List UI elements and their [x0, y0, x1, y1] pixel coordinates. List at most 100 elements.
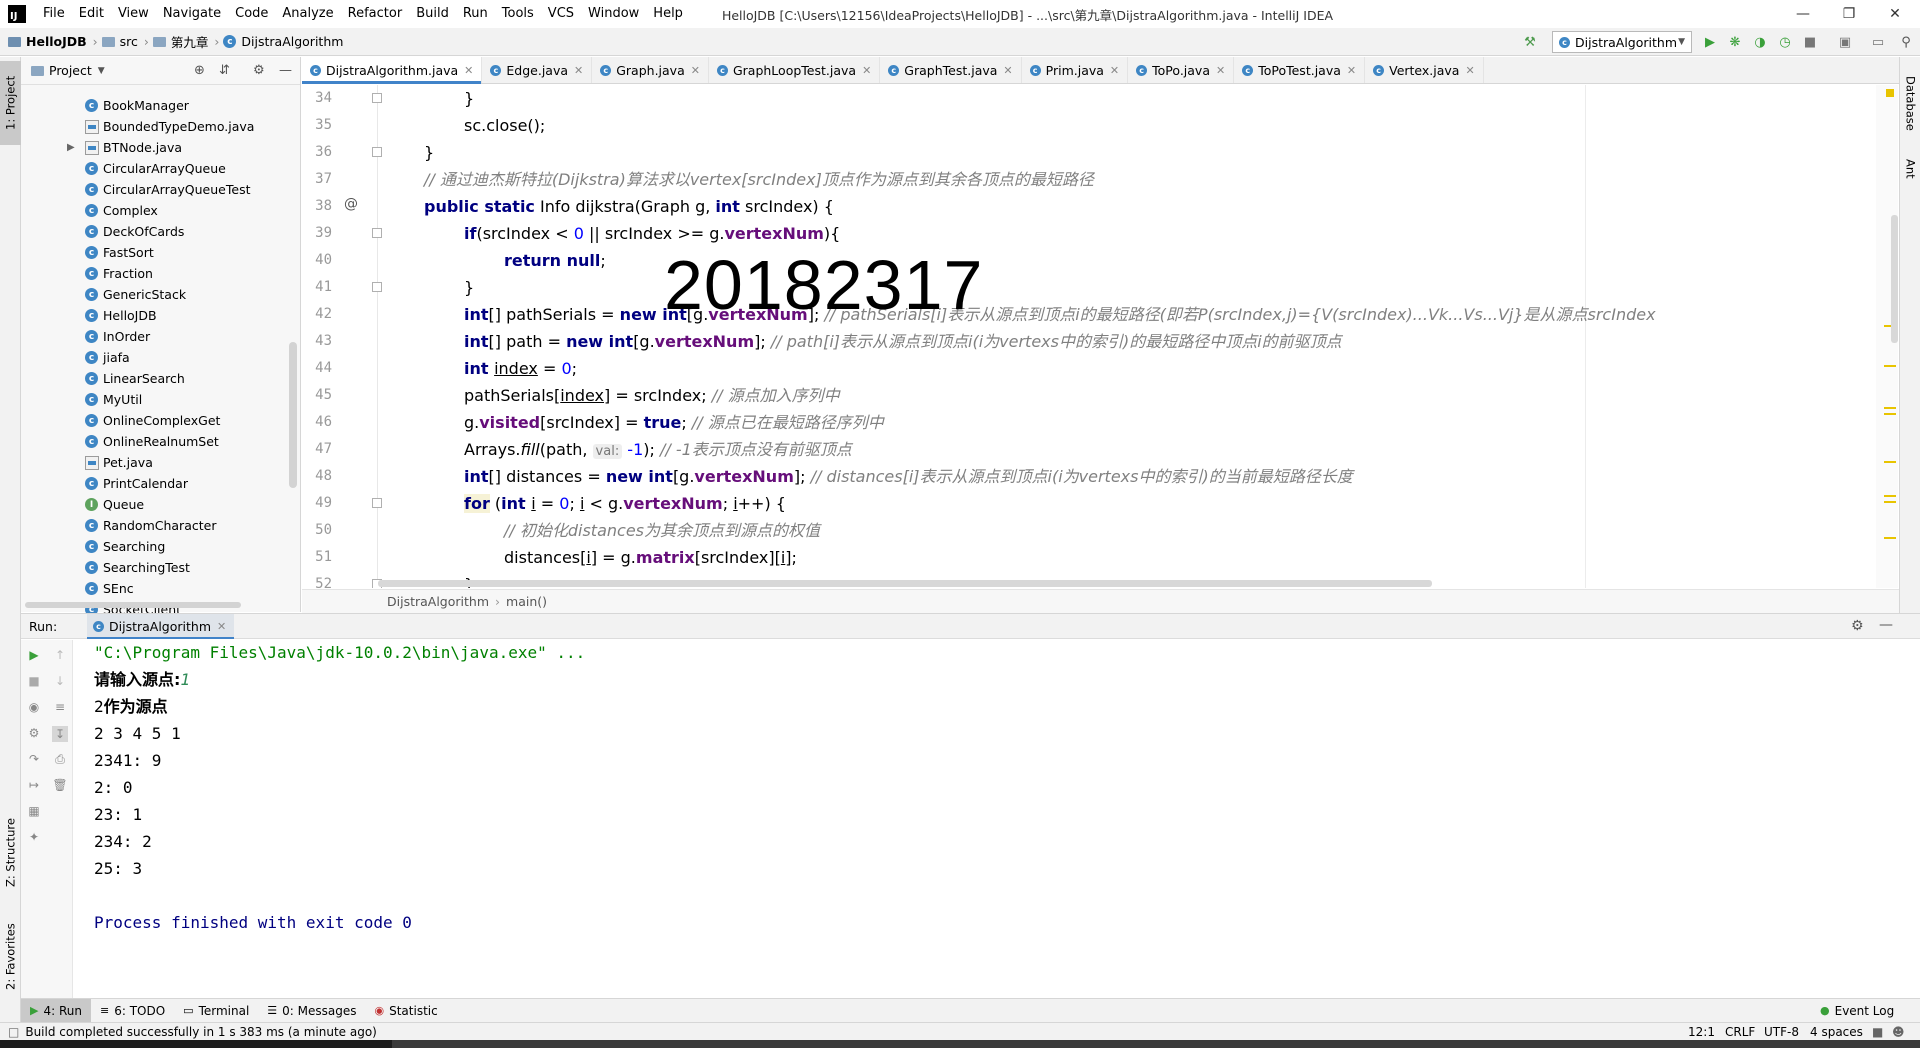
editor-breadcrumb-class[interactable]: DijstraAlgorithm — [387, 594, 489, 609]
editor-tab[interactable]: c DijstraAlgorithm.java ✕ — [302, 57, 483, 84]
stripe-mark[interactable] — [1884, 413, 1896, 415]
tool-tab-structure[interactable]: Z: Structure — [0, 805, 21, 901]
tree-item[interactable]: c OnlineRealnumSet — [85, 431, 219, 452]
tree-item[interactable]: c LinearSearch — [85, 368, 185, 389]
indent-setting[interactable]: 4 spaces — [1810, 1025, 1863, 1039]
locate-icon[interactable]: ⊕ — [194, 63, 205, 78]
coverage-icon[interactable]: ◑ — [1752, 34, 1768, 50]
stripe-mark[interactable] — [1884, 407, 1896, 409]
editor-tab[interactable]: c ToPo.java ✕ — [1128, 57, 1235, 83]
stripe-mark[interactable] — [1884, 501, 1896, 503]
toolwindow-terminal[interactable]: ▭ Terminal — [174, 999, 258, 1023]
breadcrumb-project[interactable]: HelloJDB — [26, 34, 87, 49]
close-tab-icon[interactable]: ✕ — [691, 64, 700, 77]
tree-item[interactable]: c BookManager — [85, 95, 189, 116]
code-editor[interactable]: 34 35 36 37 38 39 40 41 42 43 44 45 46 47 48 49 50 51 52 @ … — [302, 85, 1899, 588]
close-tab-icon[interactable]: ✕ — [1465, 64, 1474, 77]
close-tab-icon[interactable]: ✕ — [1003, 64, 1012, 77]
project-horizontal-scrollbar[interactable] — [25, 602, 241, 608]
editor-tab[interactable]: c ToPoTest.java ✕ — [1234, 57, 1366, 83]
breadcrumb-package[interactable]: 第九章 — [171, 32, 209, 51]
editor-tab[interactable]: c Graph.java ✕ — [592, 57, 709, 83]
arrow-up-icon[interactable]: ↑ — [53, 648, 67, 662]
toolwindow-messages[interactable]: ☰ 0: Messages — [258, 999, 365, 1023]
stripe-mark[interactable] — [1884, 365, 1896, 367]
tree-item[interactable]: c Searching — [85, 536, 165, 557]
fold-marker-icon[interactable] — [372, 498, 382, 508]
stop-icon[interactable]: ■ — [27, 674, 41, 688]
menu-file[interactable]: File — [36, 0, 72, 28]
soft-wrap-icon[interactable]: ≡ — [53, 700, 67, 714]
collapse-all-icon[interactable]: ⇵ — [219, 63, 230, 78]
menu-navigate[interactable]: Navigate — [156, 0, 228, 28]
toolwindow-event-log[interactable]: ● Event Log — [1811, 999, 1903, 1023]
inspection-status-icon[interactable] — [1886, 89, 1894, 97]
stop-icon[interactable]: ■ — [1802, 34, 1818, 50]
rerun-icon[interactable]: ▶ — [27, 648, 41, 662]
menu-window[interactable]: Window — [581, 0, 646, 28]
menu-view[interactable]: View — [111, 0, 156, 28]
close-tab-icon[interactable]: ✕ — [862, 64, 871, 77]
hide-icon[interactable]: — — [1879, 617, 1893, 633]
inspector-icon[interactable]: ☻ — [1892, 1025, 1905, 1039]
tree-item[interactable]: I Queue — [85, 494, 144, 515]
menu-tools[interactable]: Tools — [495, 0, 541, 28]
settings-icon[interactable]: ⚙ — [27, 726, 41, 740]
exit-icon[interactable]: ↦ — [27, 778, 41, 792]
file-encoding[interactable]: UTF-8 — [1764, 1025, 1799, 1039]
breadcrumb-src[interactable]: src — [120, 34, 138, 49]
gear-icon[interactable]: ⚙ — [253, 63, 265, 78]
tree-item[interactable]: c Fraction — [85, 263, 153, 284]
toolwindow-run[interactable]: ▶ 4: Run — [21, 998, 91, 1023]
pin-icon[interactable]: ✦ — [27, 830, 41, 844]
stripe-mark[interactable] — [1884, 495, 1896, 497]
editor-tab[interactable]: c GraphLoopTest.java ✕ — [709, 57, 881, 83]
restore-layout-icon[interactable]: ↷ — [27, 752, 41, 766]
tree-item[interactable]: c CircularArrayQueueTest — [85, 179, 250, 200]
close-tab-icon[interactable]: ✕ — [464, 64, 473, 77]
editor-tab[interactable]: c Edge.java ✕ — [482, 57, 593, 83]
debug-icon[interactable]: ❋ — [1727, 34, 1743, 50]
tree-item[interactable]: c GenericStack — [85, 284, 186, 305]
close-icon[interactable]: ✕ — [1872, 0, 1918, 28]
breadcrumb-class[interactable]: DijstraAlgorithm — [241, 34, 343, 49]
hide-icon[interactable]: — — [279, 63, 292, 78]
toolwindow-todo[interactable]: ≡ 6: TODO — [91, 999, 174, 1023]
menu-edit[interactable]: Edit — [72, 0, 111, 28]
tree-item[interactable]: c SEnc — [85, 578, 134, 599]
project-structure-icon[interactable]: ▣ — [1837, 34, 1853, 50]
close-tab-icon[interactable]: ✕ — [1110, 64, 1119, 77]
caret-position[interactable]: 12:1 — [1688, 1025, 1715, 1039]
presentation-icon[interactable]: ▭ — [1870, 34, 1886, 50]
tree-item[interactable]: c jiafa — [85, 347, 130, 368]
menu-analyze[interactable]: Analyze — [275, 0, 340, 28]
fold-marker-icon[interactable] — [372, 147, 382, 157]
fold-marker-icon[interactable] — [372, 93, 382, 103]
tree-item[interactable]: c HelloJDB — [85, 305, 157, 326]
editor-breadcrumb-method[interactable]: main() — [506, 594, 547, 609]
tree-item[interactable]: c CircularArrayQueue — [85, 158, 226, 179]
chevron-down-icon[interactable]: ▼ — [98, 66, 105, 76]
menu-code[interactable]: Code — [228, 0, 275, 28]
stripe-mark[interactable] — [1884, 461, 1896, 463]
tree-item[interactable]: BoundedTypeDemo.java — [85, 116, 254, 137]
run-configuration-select[interactable]: c DijstraAlgorithm ▼ — [1552, 31, 1692, 53]
fold-marker-icon[interactable] — [372, 228, 382, 238]
trash-icon[interactable]: 🗑 — [52, 778, 67, 792]
status-icon[interactable]: □ — [8, 1025, 19, 1039]
tree-item[interactable]: c FastSort — [85, 242, 154, 263]
tool-tab-database[interactable]: Database — [1900, 63, 1920, 143]
line-separator[interactable]: CRLF — [1725, 1025, 1755, 1039]
tool-tab-favorites[interactable]: 2: Favorites — [0, 907, 21, 1007]
chevron-right-icon[interactable]: ▶ — [67, 142, 75, 153]
menu-run[interactable]: Run — [456, 0, 495, 28]
editor-horizontal-scrollbar[interactable] — [378, 580, 1432, 587]
editor-tab[interactable]: c GraphTest.java ✕ — [880, 57, 1022, 83]
gear-icon[interactable]: ⚙ — [1851, 618, 1864, 634]
run-tab[interactable]: c DijstraAlgorithm ✕ — [87, 613, 235, 639]
tool-tab-ant[interactable]: Ant — [1900, 149, 1920, 189]
run-icon[interactable]: ▶ — [1702, 34, 1718, 50]
tree-item[interactable]: Pet.java — [85, 452, 153, 473]
close-tab-icon[interactable]: ✕ — [1347, 64, 1356, 77]
tree-item[interactable]: c OnlineComplexGet — [85, 410, 220, 431]
